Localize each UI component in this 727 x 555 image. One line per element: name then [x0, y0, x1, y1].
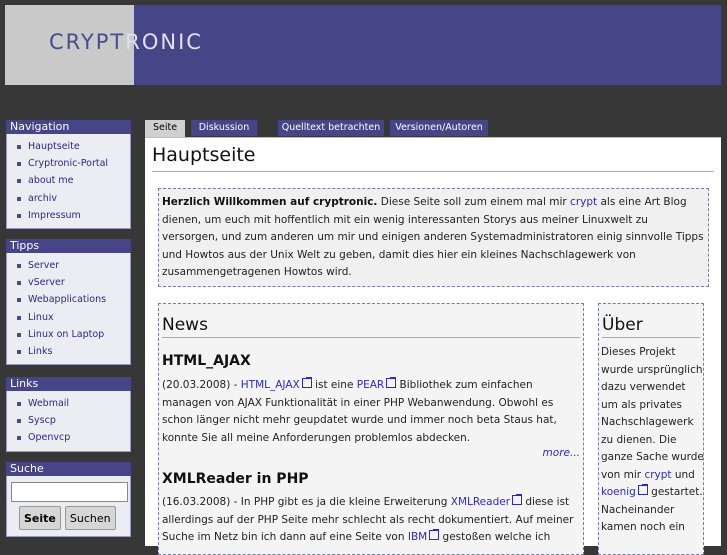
external-link-icon [386, 377, 397, 388]
link-text: XMLReader [450, 496, 511, 508]
article-link-xmlreader[interactable]: XMLReader [450, 494, 523, 508]
tipps-portlet: Tipps Server vServer Webapplications Lin… [6, 239, 131, 366]
go-button[interactable]: Seite [19, 506, 61, 530]
external-link-icon [301, 377, 312, 388]
links-title: Links [6, 377, 131, 391]
external-link-icon [429, 529, 440, 540]
about-box: Über Dieses Projekt wurde ursprünglich d… [598, 303, 704, 555]
nav-item-hauptseite[interactable]: Hauptseite [13, 138, 130, 155]
article-link-pear[interactable]: PEAR [356, 377, 397, 391]
tipps-item-vserver[interactable]: vServer [13, 274, 130, 291]
links-item-openvcp[interactable]: Openvcp [13, 429, 130, 446]
links-item-webmail[interactable]: Webmail [13, 395, 130, 412]
tipps-title: Tipps [6, 239, 131, 253]
tab-quelltext[interactable]: Quelltext betrachten [278, 120, 384, 136]
tab-seite[interactable]: Seite [145, 120, 185, 137]
navigation-title: Navigation [6, 120, 131, 134]
link-text: IBM [407, 531, 428, 543]
about-text-1: Dieses Projekt wurde ursprünglich dazu v… [601, 346, 704, 481]
about-heading: Über [602, 315, 643, 335]
search-title: Suche [6, 462, 131, 476]
link-text: PEAR [356, 379, 385, 391]
news-heading: News [162, 315, 208, 335]
external-link-icon [512, 494, 523, 505]
article-date-2: (16.03.2008) - In PHP gibt es ja die kle… [162, 496, 451, 508]
navigation-portlet: Navigation Hauptseite Cryptronic-Portal … [6, 120, 131, 229]
tipps-item-linux[interactable]: Linux [13, 309, 130, 326]
external-link-icon [637, 484, 648, 495]
links-portlet: Links Webmail Syscp Openvcp [6, 377, 131, 452]
article-link-ibm[interactable]: IBM [407, 529, 440, 543]
tab-diskussion[interactable]: Diskussion [191, 120, 257, 136]
title-divider [152, 171, 714, 172]
about-text-2: und [671, 468, 695, 481]
article-link-html-ajax[interactable]: HTML_AJAX [240, 377, 312, 391]
search-button[interactable]: Suchen [64, 506, 116, 530]
article-title-1: HTML_AJAX [162, 353, 251, 369]
welcome-bold: Herzlich Willkommen auf cryptronic. [162, 196, 378, 208]
article-body-2: (16.03.2008) - In PHP gibt es ja die kle… [162, 494, 576, 547]
nav-item-impressum[interactable]: Impressum [13, 207, 130, 224]
article-title-2: XMLReader in PHP [162, 471, 309, 487]
about-text: Dieses Projekt wurde ursprünglich dazu v… [601, 344, 704, 537]
tipps-item-linux-on-laptop[interactable]: Linux on Laptop [13, 326, 130, 343]
site-logo[interactable]: CRYPTRONIC [49, 30, 203, 54]
tipps-item-webapplications[interactable]: Webapplications [13, 291, 130, 308]
article-text-1a: ist eine [311, 379, 357, 391]
tab-versionen[interactable]: Versionen/Autoren [390, 120, 488, 136]
logo-part-2: RONIC [125, 30, 203, 54]
article-body-1: (20.03.2008) - HTML_AJAX ist eine PEAR B… [162, 377, 576, 447]
tipps-item-server[interactable]: Server [13, 257, 130, 274]
logo-part-1: CRYPT [49, 30, 126, 54]
tipps-item-links[interactable]: Links [13, 343, 130, 360]
search-input[interactable] [11, 482, 128, 502]
about-link-crypt[interactable]: crypt [644, 469, 671, 481]
link-text: HTML_AJAX [240, 379, 300, 391]
page-title: Hauptseite [152, 144, 256, 166]
welcome-box: Herzlich Willkommen auf cryptronic. Dies… [158, 188, 709, 287]
nav-item-about-me[interactable]: about me [13, 172, 130, 189]
article-date-1: (20.03.2008) - [162, 379, 241, 391]
search-portlet: Suche Seite Suchen [6, 462, 131, 537]
header-banner [134, 5, 721, 85]
about-link-koenig[interactable]: koenig [601, 484, 648, 498]
nav-item-cryptronic-portal[interactable]: Cryptronic-Portal [13, 155, 130, 172]
article-text-2b: gestoßen welche ich [439, 531, 551, 543]
nav-item-archiv[interactable]: archiv [13, 190, 130, 207]
welcome-text-1: Diese Seite soll zum einem mal mir [377, 196, 571, 208]
news-box: News HTML_AJAX (20.03.2008) - HTML_AJAX … [158, 303, 584, 555]
welcome-link-crypt[interactable]: crypt [570, 196, 597, 208]
main-content: Hauptseite Herzlich Willkommen auf crypt… [145, 137, 721, 555]
welcome-text-2: als eine Art Blog dienen, um euch mit ho… [162, 196, 704, 278]
about-divider [602, 337, 700, 338]
news-divider [162, 337, 580, 338]
links-item-syscp[interactable]: Syscp [13, 412, 130, 429]
more-link[interactable]: more... [543, 447, 580, 459]
link-text: koenig [601, 486, 636, 498]
